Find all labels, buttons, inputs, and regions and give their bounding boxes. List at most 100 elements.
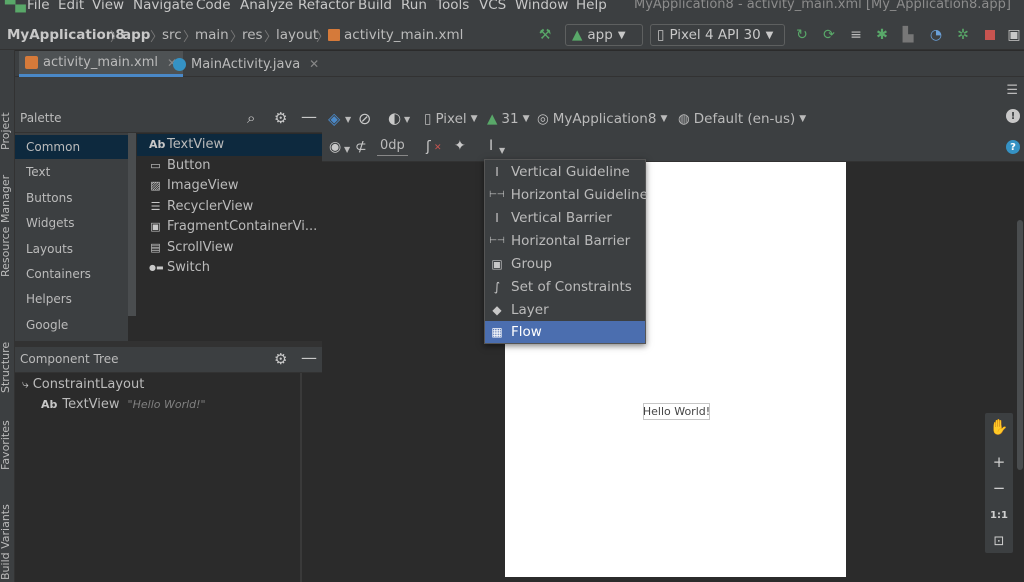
device-selector[interactable]: ▯ Pixel ▼ (424, 111, 478, 127)
menu-lines-icon[interactable]: ☰ (1006, 83, 1018, 98)
breadcrumb-res[interactable]: res (242, 27, 263, 43)
menu-item-flow[interactable]: ▦ Flow (485, 321, 645, 343)
default-margin-input[interactable]: 0dp (377, 138, 408, 156)
layers-icon[interactable]: ◈ (328, 109, 340, 128)
device-dropdown[interactable]: ▯ Pixel 4 API 30 ▼ (650, 24, 785, 46)
stop-icon[interactable] (981, 26, 999, 44)
favorites-tool-tab[interactable]: Favorites (0, 420, 12, 470)
category-containers[interactable]: Containers (26, 267, 91, 281)
eye-icon[interactable]: ◉ (329, 139, 341, 155)
menu-edit[interactable]: Edit (58, 0, 84, 13)
category-widgets[interactable]: Widgets (26, 216, 75, 230)
menu-item-label: Group (511, 256, 553, 272)
menu-code[interactable]: Code (196, 0, 231, 13)
night-mode-icon[interactable]: ◐ (388, 109, 401, 127)
breadcrumb-app[interactable]: app (122, 27, 150, 43)
menu-item-layer[interactable]: ◆ Layer (485, 299, 645, 321)
menu-analyze[interactable]: Analyze (240, 0, 293, 13)
palette-item-textview[interactable]: Ab TextView (149, 137, 224, 152)
menu-item-label: Horizontal Barrier (511, 233, 631, 249)
help-icon[interactable]: ? (1006, 140, 1020, 154)
magnet-off-icon[interactable]: ⊄ (355, 139, 367, 155)
breadcrumb-main[interactable]: main (195, 27, 229, 43)
zoom-out-button[interactable]: − (985, 475, 1013, 501)
guidelines-icon[interactable]: I (489, 138, 493, 154)
structure-tool-tab[interactable]: Structure (0, 342, 12, 393)
attach-process-icon[interactable]: ✲ (954, 26, 972, 44)
minimize-icon[interactable]: — (301, 348, 317, 367)
project-tool-tab[interactable]: Project (0, 112, 12, 150)
menu-item-group[interactable]: ▣ Group (485, 253, 645, 275)
category-common[interactable]: Common (26, 140, 80, 154)
menu-item-horizontal-barrier[interactable]: ⊢⊣ Horizontal Barrier (485, 230, 645, 252)
vertical-scrollbar[interactable] (1017, 220, 1023, 470)
breadcrumb-src[interactable]: src (162, 27, 182, 43)
menu-item-vertical-guideline[interactable]: I Vertical Guideline (485, 161, 645, 183)
hello-world-textview[interactable]: Hello World! (643, 403, 710, 420)
build-variants-tool-tab[interactable]: Build Variants (0, 504, 12, 580)
menu-item-horizontal-guideline[interactable]: ⊢⊣ Horizontal Guideline (485, 184, 648, 206)
theme-selector[interactable]: ◎ MyApplication8 ▼ (537, 111, 667, 127)
clear-constraints-icon[interactable]: ʃ (426, 139, 431, 155)
category-text[interactable]: Text (26, 165, 50, 179)
debug-bug-icon[interactable]: ✱ (873, 26, 891, 44)
menu-help[interactable]: Help (576, 0, 607, 13)
menu-item-set-of-constraints[interactable]: ∫ Set of Constraints (485, 276, 645, 298)
zoom-in-button[interactable]: + (985, 449, 1013, 475)
breadcrumb-layout[interactable]: layout (276, 27, 318, 43)
tab-activity-main[interactable]: activity_main.xml ✕ (19, 51, 184, 77)
palette-item-recyclerview[interactable]: ☰ RecyclerView (149, 199, 254, 214)
category-layouts[interactable]: Layouts (26, 242, 73, 256)
logcat-icon[interactable]: ≡ (847, 26, 865, 44)
palette-splitter[interactable] (128, 133, 136, 316)
zoom-to-fit-icon[interactable]: ⊡ (985, 528, 1013, 554)
tree-node-constraintlayout[interactable]: ⤷ ConstraintLayout (22, 377, 144, 392)
category-buttons[interactable]: Buttons (26, 191, 72, 205)
resource-manager-tool-tab[interactable]: Resource Manager (0, 175, 12, 277)
run-config-dropdown[interactable]: ▲ app ▼ (565, 24, 643, 46)
orientation-icon[interactable]: ⊘ (358, 109, 371, 128)
menu-view[interactable]: View (92, 0, 124, 13)
palette-item-fragmentcontainer[interactable]: ▣ FragmentContainerVi... (149, 219, 317, 234)
constraint-layout-icon: ⤷ (22, 377, 29, 391)
breadcrumb-project[interactable]: MyApplication8 (7, 27, 125, 43)
palette-item-imageview[interactable]: ▨ ImageView (149, 178, 238, 193)
warning-icon[interactable]: ! (1006, 109, 1020, 123)
menu-refactor[interactable]: Refactor (298, 0, 355, 13)
minimize-icon[interactable]: — (301, 107, 317, 126)
more-actions-icon[interactable]: ▣ (1005, 26, 1023, 44)
category-google[interactable]: Google (26, 318, 68, 332)
gear-icon[interactable]: ⚙ (274, 109, 287, 127)
palette-item-switch[interactable]: ●▬ Switch (149, 260, 210, 275)
left-tool-strip: Project Resource Manager Structure Favor… (0, 50, 15, 582)
device-label: Pixel 4 API 30 (669, 27, 761, 43)
locale-selector[interactable]: ◍ Default (en-us) ▼ (678, 111, 806, 127)
api-selector[interactable]: ▲ 31 ▼ (487, 111, 530, 127)
menu-run[interactable]: Run (401, 0, 427, 13)
menu-navigate[interactable]: Navigate (133, 0, 194, 13)
rerun-icon[interactable]: ↻ (793, 26, 811, 44)
gear-icon[interactable]: ⚙ (274, 350, 287, 368)
close-icon[interactable]: ✕ (309, 57, 319, 71)
menu-vcs[interactable]: VCS (479, 0, 506, 13)
tab-main-activity[interactable]: MainActivity.java ✕ (167, 51, 325, 77)
menu-tools[interactable]: Tools (436, 0, 469, 13)
attach-debugger-icon[interactable]: ▙ (899, 26, 917, 44)
palette-item-scrollview[interactable]: ▤ ScrollView (149, 240, 233, 255)
menu-item-vertical-barrier[interactable]: I Vertical Barrier (485, 207, 645, 229)
breadcrumb-file[interactable]: activity_main.xml (328, 27, 463, 43)
search-icon[interactable]: ⌕ (247, 109, 255, 127)
tree-node-textview[interactable]: Ab TextView "Hello World!" (41, 397, 206, 412)
profiler-icon[interactable]: ◔ (927, 26, 945, 44)
category-helpers[interactable]: Helpers (26, 292, 72, 306)
infer-constraints-icon[interactable]: ✦ (454, 138, 466, 154)
menu-build[interactable]: Build (358, 0, 392, 13)
build-hammer-icon[interactable]: ⚒ (536, 26, 554, 44)
pan-hand-icon[interactable]: ✋ (985, 414, 1013, 440)
palette-item-button[interactable]: ▭ Button (149, 158, 210, 173)
menu-window[interactable]: Window (515, 0, 568, 13)
zoom-actual-size-button[interactable]: 1:1 (985, 502, 1013, 528)
apply-changes-icon[interactable]: ⟳ (820, 26, 838, 44)
menu-file[interactable]: File (27, 0, 50, 13)
tree-scrollbar[interactable] (300, 373, 302, 582)
